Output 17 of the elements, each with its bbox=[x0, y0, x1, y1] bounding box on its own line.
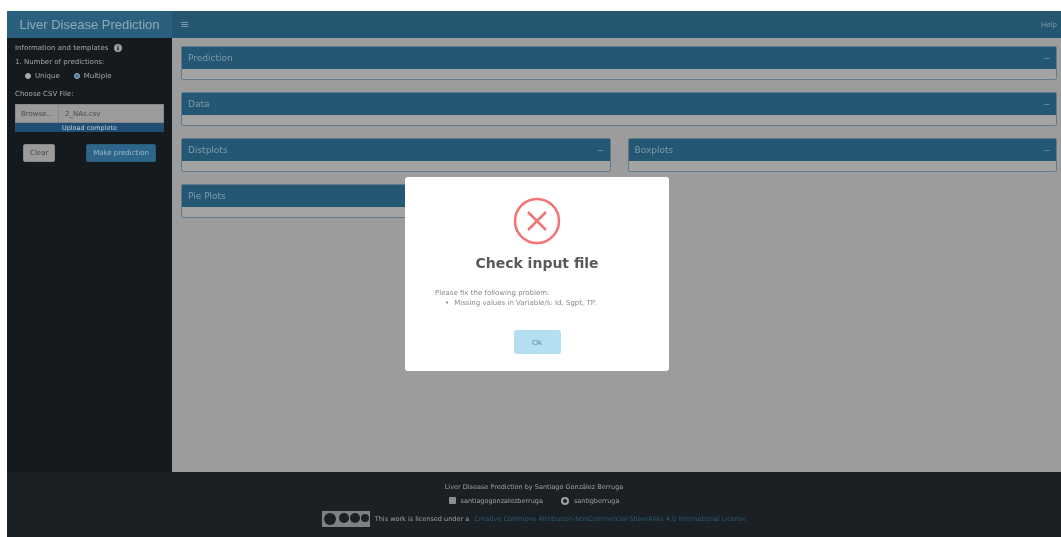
collapse-button[interactable]: − bbox=[597, 144, 604, 156]
collapse-button[interactable]: − bbox=[1044, 98, 1050, 110]
panel-title: Prediction bbox=[188, 53, 233, 63]
panel-title: Distplots bbox=[188, 145, 228, 155]
panel-title: Boxplots bbox=[634, 145, 674, 155]
ok-button[interactable]: Ok bbox=[513, 330, 561, 354]
radio-icon[interactable] bbox=[73, 73, 80, 79]
info-icon[interactable] bbox=[114, 44, 123, 52]
app-title: Liver Disease Prediction bbox=[7, 11, 172, 38]
error-icon bbox=[513, 197, 561, 245]
collapse-button[interactable]: − bbox=[1044, 52, 1050, 64]
radio-icon[interactable] bbox=[25, 73, 31, 79]
panel-title: Data bbox=[188, 99, 210, 109]
collapse-button[interactable]: − bbox=[1044, 144, 1050, 156]
panel-title: Pie Plots bbox=[188, 191, 226, 201]
dialog-title: Check input file bbox=[475, 255, 599, 271]
menu-icon[interactable]: ≡ bbox=[180, 18, 190, 31]
